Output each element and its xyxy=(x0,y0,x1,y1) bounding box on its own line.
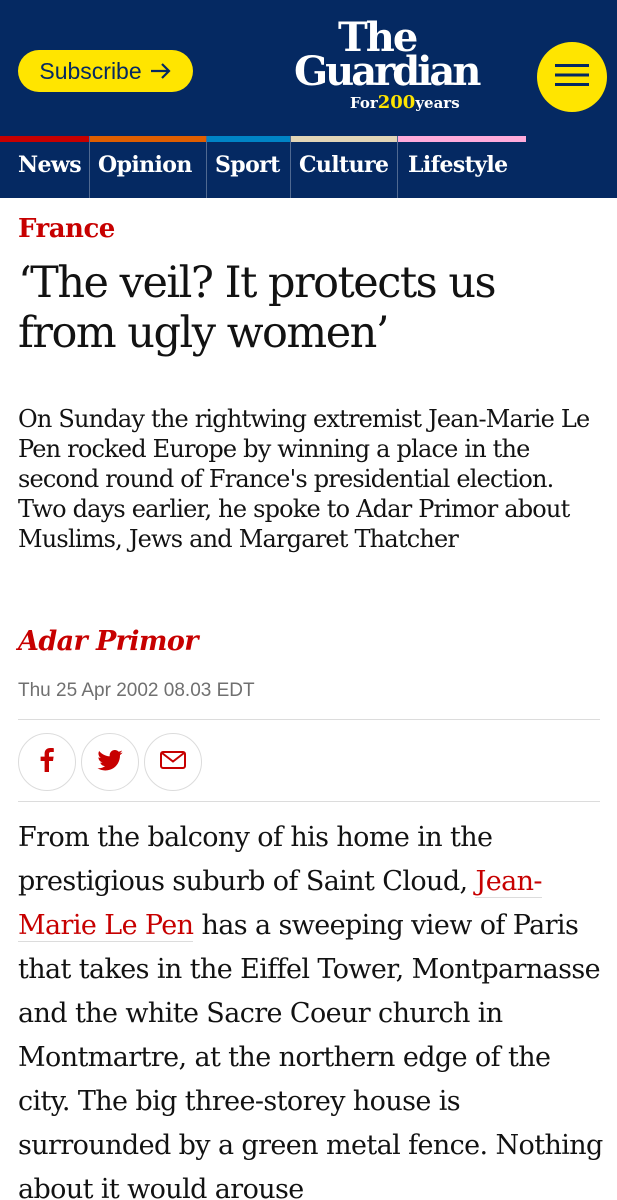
nav-sport-color-bar xyxy=(207,136,290,142)
nav-lifestyle-color-bar xyxy=(398,136,526,142)
article-body: From the balcony of his home in the pres… xyxy=(18,816,608,1200)
body-text-start: From the balcony of his home in the pres… xyxy=(18,822,493,897)
nav-sport-label: Sport xyxy=(215,152,280,178)
article-byline[interactable]: Adar Primor xyxy=(18,626,199,657)
masthead: Subscribe The Guardian For200years xyxy=(0,0,617,136)
article-standfirst: On Sunday the rightwing extremist Jean-M… xyxy=(18,405,590,553)
nav-item-sport[interactable]: Sport xyxy=(207,136,291,198)
logo-line-guardian: Guardian xyxy=(294,48,481,95)
body-text-rest: has a sweeping view of Paris that takes … xyxy=(18,910,603,1200)
arrow-right-icon xyxy=(150,62,172,80)
logo-anniversary: For200years xyxy=(350,92,460,113)
logo-years: years xyxy=(415,94,460,112)
nav-item-culture[interactable]: Culture xyxy=(291,136,398,198)
logo-for: For xyxy=(350,94,378,112)
email-icon xyxy=(160,751,186,773)
nav-culture-label: Culture xyxy=(299,152,389,178)
nav-item-lifestyle[interactable]: Lifestyle xyxy=(398,136,526,198)
twitter-icon xyxy=(97,749,123,775)
nav-item-opinion[interactable]: Opinion xyxy=(90,136,207,198)
hamburger-icon xyxy=(555,63,589,91)
subscribe-label: Subscribe xyxy=(39,57,142,84)
nav-lifestyle-label: Lifestyle xyxy=(408,152,508,178)
nav-culture-color-bar xyxy=(291,136,397,142)
article-date: Thu 25 Apr 2002 08.03 EDT xyxy=(18,680,255,701)
share-facebook-button[interactable] xyxy=(18,733,76,791)
section-kicker[interactable]: France xyxy=(18,214,115,244)
share-twitter-button[interactable] xyxy=(81,733,139,791)
divider xyxy=(18,801,600,802)
facebook-icon xyxy=(40,748,54,776)
nav-opinion-label: Opinion xyxy=(98,152,192,178)
nav-news-color-bar xyxy=(0,136,89,142)
subscribe-button[interactable]: Subscribe xyxy=(18,50,193,92)
divider xyxy=(18,719,600,720)
menu-button[interactable] xyxy=(537,42,607,112)
nav-item-news[interactable]: News xyxy=(0,136,90,198)
primary-nav: News Opinion Sport Culture Lifestyle xyxy=(0,136,617,198)
article-headline: ‘The veil? It protects us from ugly wome… xyxy=(18,258,497,358)
nav-opinion-color-bar xyxy=(90,136,206,142)
nav-news-label: News xyxy=(18,152,82,178)
guardian-logo[interactable]: The Guardian For200years xyxy=(294,14,524,114)
logo-years-number: 200 xyxy=(377,92,416,113)
share-email-button[interactable] xyxy=(144,733,202,791)
